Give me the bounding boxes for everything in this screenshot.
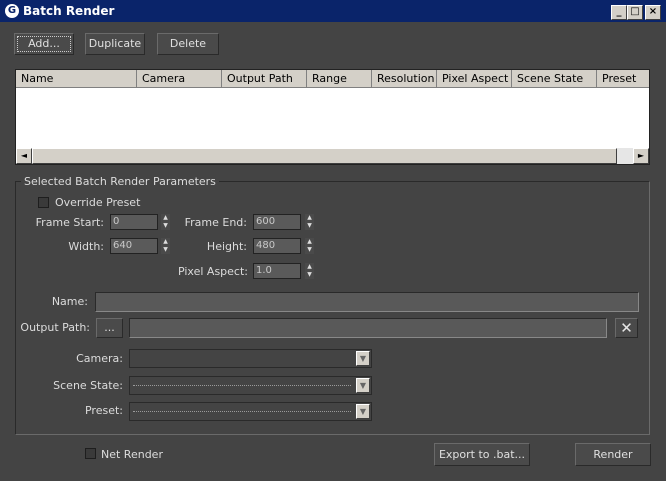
spin-down-icon[interactable]: ▼ xyxy=(305,222,314,230)
spin-down-icon[interactable]: ▼ xyxy=(161,222,170,230)
spin-up-icon[interactable]: ▲ xyxy=(161,238,170,246)
spin-down-icon[interactable]: ▼ xyxy=(161,246,170,254)
frame-end-label: Frame End: xyxy=(184,216,247,229)
export-to-bat-button[interactable]: Export to .bat... xyxy=(434,443,530,466)
pixel-aspect-spinner[interactable]: ▲ ▼ xyxy=(305,263,314,279)
app-logo-icon: G xyxy=(5,4,19,18)
minimize-button[interactable]: _ xyxy=(611,5,627,20)
name-label: Name: xyxy=(51,295,88,308)
width-input[interactable]: 640 xyxy=(110,238,158,254)
override-preset-label: Override Preset xyxy=(55,196,141,209)
add-button[interactable]: Add... xyxy=(14,33,74,55)
scene-state-dropdown[interactable]: ▼ xyxy=(129,376,372,395)
spin-up-icon[interactable]: ▲ xyxy=(161,214,170,222)
spin-down-icon[interactable]: ▼ xyxy=(305,246,314,254)
frame-start-label: Frame Start: xyxy=(35,216,104,229)
camera-dropdown[interactable]: ▼ xyxy=(129,349,372,368)
frame-end-input[interactable]: 600 xyxy=(253,214,301,230)
column-header-output-path[interactable]: Output Path xyxy=(222,70,307,88)
frame-start-spinner[interactable]: ▲ ▼ xyxy=(161,214,170,230)
spin-up-icon[interactable]: ▲ xyxy=(305,263,314,271)
height-input[interactable]: 480 xyxy=(253,238,301,254)
dropdown-placeholder xyxy=(133,411,351,412)
scroll-thumb[interactable] xyxy=(32,148,617,164)
render-button[interactable]: Render xyxy=(575,443,651,466)
width-label: Width: xyxy=(68,240,104,253)
scroll-right-icon[interactable]: ► xyxy=(633,148,649,164)
scroll-left-icon[interactable]: ◄ xyxy=(16,148,32,164)
table-header: Name Camera Output Path Range Resolution… xyxy=(16,70,649,88)
close-button[interactable]: × xyxy=(645,5,661,20)
frame-start-input[interactable]: 0 xyxy=(110,214,158,230)
pixel-aspect-input[interactable]: 1.0 xyxy=(253,263,301,279)
output-path-label: Output Path: xyxy=(20,321,90,334)
title-bar[interactable]: G Batch Render _ □ × xyxy=(0,0,666,22)
spin-up-icon[interactable]: ▲ xyxy=(305,214,314,222)
net-render-label: Net Render xyxy=(101,448,163,461)
name-input[interactable] xyxy=(95,292,639,312)
column-header-preset[interactable]: Preset xyxy=(597,70,649,88)
chevron-down-icon[interactable]: ▼ xyxy=(356,351,370,366)
window-title: Batch Render xyxy=(23,4,115,18)
chevron-down-icon[interactable]: ▼ xyxy=(356,378,370,393)
spin-down-icon[interactable]: ▼ xyxy=(305,271,314,279)
batch-render-table[interactable]: Name Camera Output Path Range Resolution… xyxy=(15,69,650,165)
clear-output-path-icon[interactable]: ✕ xyxy=(615,318,638,338)
column-header-resolution[interactable]: Resolution xyxy=(372,70,437,88)
duplicate-button[interactable]: Duplicate xyxy=(85,33,145,55)
camera-label: Camera: xyxy=(76,352,123,365)
column-header-name[interactable]: Name xyxy=(16,70,137,88)
height-label: Height: xyxy=(206,240,247,253)
column-header-scene-state[interactable]: Scene State xyxy=(512,70,597,88)
batch-render-window: G Batch Render _ □ × Add... Duplicate De… xyxy=(0,0,666,481)
column-header-pixel-aspect[interactable]: Pixel Aspect xyxy=(437,70,512,88)
scene-state-label: Scene State: xyxy=(53,379,123,392)
dropdown-placeholder xyxy=(133,385,351,386)
preset-label: Preset: xyxy=(84,404,123,417)
column-header-range[interactable]: Range xyxy=(307,70,372,88)
parameters-group-title: Selected Batch Render Parameters xyxy=(21,175,219,188)
width-spinner[interactable]: ▲ ▼ xyxy=(161,238,170,254)
frame-end-spinner[interactable]: ▲ ▼ xyxy=(305,214,314,230)
preset-dropdown[interactable]: ▼ xyxy=(129,402,372,421)
pixel-aspect-label: Pixel Aspect: xyxy=(177,265,248,278)
horizontal-scrollbar[interactable]: ◄ ► xyxy=(16,148,649,164)
maximize-button[interactable]: □ xyxy=(627,5,643,20)
spin-up-icon[interactable]: ▲ xyxy=(305,238,314,246)
column-header-camera[interactable]: Camera xyxy=(137,70,222,88)
browse-output-path-button[interactable]: ... xyxy=(96,318,123,338)
height-spinner[interactable]: ▲ ▼ xyxy=(305,238,314,254)
chevron-down-icon[interactable]: ▼ xyxy=(356,404,370,419)
net-render-checkbox[interactable] xyxy=(85,448,96,459)
output-path-input[interactable] xyxy=(129,318,607,338)
delete-button[interactable]: Delete xyxy=(157,33,219,55)
override-preset-checkbox[interactable] xyxy=(38,197,49,208)
